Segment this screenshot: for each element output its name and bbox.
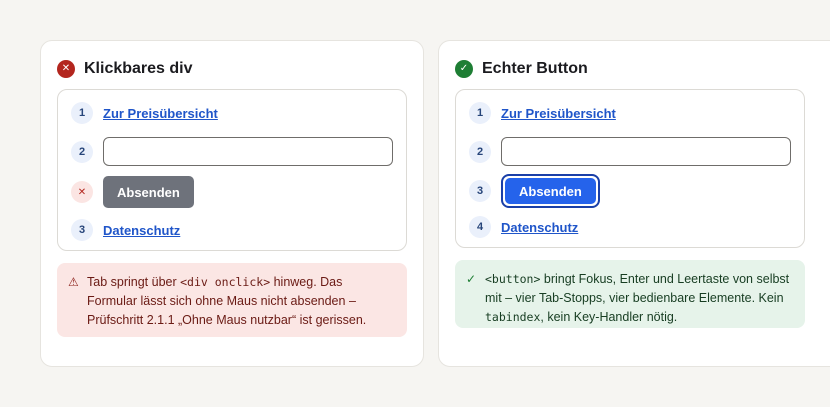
card-header: ✕ Klickbares div [57, 59, 407, 79]
card-real-button: ✓ Echter Button 1 Zur Preisübersicht 2 3… [438, 40, 830, 367]
check-icon: ✓ [455, 60, 473, 78]
note-text: Tab springt über [87, 275, 181, 289]
row-link: 4 Datenschutz [469, 216, 791, 238]
text-input[interactable] [103, 137, 393, 166]
note-code: tabindex [485, 310, 541, 324]
tab-order-badge: 1 [469, 102, 491, 124]
row-input: 2 [71, 137, 393, 166]
check-icon: ✓ [466, 272, 477, 286]
price-overview-link[interactable]: Zur Preisübersicht [103, 106, 218, 121]
tab-order-badge: 2 [71, 140, 93, 163]
row-button: 3 Absenden [469, 174, 791, 208]
privacy-link[interactable]: Datenschutz [501, 220, 578, 235]
success-note: ✓ <button> bringt Fokus, Enter und Leert… [455, 260, 805, 328]
demo-form: 1 Zur Preisübersicht 2 ✕ Absenden 3 Date… [57, 89, 407, 251]
note-text: , kein Key-Handler nötig. [540, 310, 678, 324]
text-input[interactable] [501, 137, 791, 166]
row-link: 3 Datenschutz [71, 219, 393, 241]
note-code: <button> [485, 272, 541, 286]
error-icon: ✕ [57, 60, 75, 78]
tab-order-badge: 3 [71, 219, 93, 241]
tab-order-badge: 1 [71, 102, 93, 124]
focus-ring: Absenden [501, 174, 600, 208]
fake-submit-button[interactable]: Absenden [103, 176, 194, 208]
demo-form: 1 Zur Preisübersicht 2 3 Absenden 4 Date… [455, 89, 805, 248]
row-link: 1 Zur Preisübersicht [71, 102, 393, 124]
tab-order-badge: 3 [469, 180, 491, 202]
tab-order-badge: 2 [469, 140, 491, 163]
privacy-link[interactable]: Datenschutz [103, 223, 180, 238]
price-overview-link[interactable]: Zur Preisübersicht [501, 106, 616, 121]
card-title: Klickbares div [84, 60, 193, 77]
card-clickable-div: ✕ Klickbares div 1 Zur Preisübersicht 2 … [40, 40, 424, 367]
card-header: ✓ Echter Button [455, 59, 814, 79]
tab-order-badge: 4 [469, 216, 491, 238]
error-note: ⚠ Tab springt über <div onclick> hinweg.… [57, 263, 407, 337]
note-code: <div onclick> [180, 275, 271, 289]
row-button: ✕ Absenden [71, 176, 393, 208]
submit-button[interactable]: Absenden [505, 178, 596, 204]
row-link: 1 Zur Preisübersicht [469, 102, 791, 124]
row-input: 2 [469, 137, 791, 166]
warning-icon: ⚠ [68, 275, 79, 289]
not-focusable-icon: ✕ [71, 181, 93, 203]
card-title: Echter Button [482, 60, 588, 77]
